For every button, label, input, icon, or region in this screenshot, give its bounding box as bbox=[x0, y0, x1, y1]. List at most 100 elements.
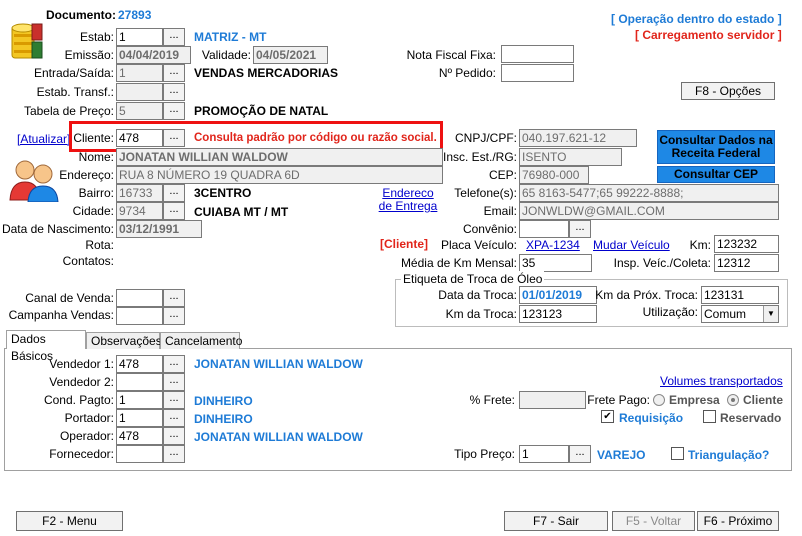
convenio-input[interactable] bbox=[519, 220, 569, 238]
nf-fixa-input[interactable] bbox=[501, 45, 574, 63]
emissao-input[interactable]: 04/04/2019 bbox=[116, 46, 191, 64]
tipo-preco-lookup-button[interactable]: ... bbox=[569, 445, 591, 463]
insp-label: Insp. Veíc./Coleta: bbox=[613, 256, 711, 270]
entrada-saida-input[interactable]: 1 bbox=[116, 64, 163, 82]
telefone-input[interactable]: 65 8163-5477;65 99222-8888; bbox=[519, 184, 779, 202]
mudar-veiculo-link[interactable]: Mudar Veículo bbox=[593, 237, 670, 253]
portador-input[interactable]: 1 bbox=[116, 409, 163, 427]
cliente-input[interactable]: 478 bbox=[116, 129, 163, 147]
email-input[interactable]: JONWLDW@GMAIL.COM bbox=[519, 202, 779, 220]
vendedor1-lookup-button[interactable]: ... bbox=[163, 355, 185, 373]
triangulacao-checkbox[interactable] bbox=[671, 447, 684, 460]
f7-sair-button[interactable]: F7 - Sair bbox=[504, 511, 608, 531]
fornecedor-lookup-button[interactable]: ... bbox=[163, 445, 185, 463]
tabela-preco-input[interactable]: 5 bbox=[116, 102, 163, 120]
atualizar-link[interactable]: [Atualizar] bbox=[17, 131, 70, 147]
emissao-label: Emissão: bbox=[64, 48, 114, 62]
tab-observacoes[interactable]: Observações bbox=[86, 332, 162, 349]
tabela-preco-description: PROMOÇÃO DE NATAL bbox=[194, 104, 329, 118]
nascimento-input[interactable]: 03/12/1991 bbox=[116, 220, 202, 238]
canal-input[interactable] bbox=[116, 289, 163, 307]
tipo-preco-input[interactable]: 1 bbox=[519, 445, 569, 463]
cnpj-label: CNPJ/CPF: bbox=[454, 131, 517, 145]
bairro-lookup-button[interactable]: ... bbox=[163, 184, 185, 202]
nome-input[interactable]: JONATAN WILLIAN WALDOW bbox=[116, 148, 443, 166]
tab-cancelamento[interactable]: Cancelamento bbox=[160, 332, 242, 349]
campanha-lookup-button[interactable]: ... bbox=[163, 307, 185, 325]
operador-lookup-button[interactable]: ... bbox=[163, 427, 185, 445]
km-troca-input[interactable]: 123123 bbox=[519, 305, 597, 323]
estab-transf-lookup-button[interactable]: ... bbox=[163, 83, 185, 101]
media-km-input[interactable]: 35 bbox=[519, 254, 592, 272]
consultar-receita-button[interactable]: Consultar Dados na Receita Federal bbox=[657, 130, 775, 164]
cnpj-input[interactable]: 040.197.621-12 bbox=[519, 129, 637, 147]
vendedor2-lookup-button[interactable]: ... bbox=[163, 373, 185, 391]
convenio-lookup-button[interactable]: ... bbox=[569, 220, 591, 238]
frete-cliente-radio[interactable] bbox=[727, 394, 739, 406]
f8-options-button[interactable]: F8 - Opções bbox=[681, 82, 775, 100]
placa-veiculo-link[interactable]: XPA-1234 bbox=[526, 237, 580, 253]
vendedor2-input[interactable] bbox=[116, 373, 163, 391]
endereco-input[interactable]: RUA 8 NÚMERO 19 QUADRA 6D bbox=[116, 166, 443, 184]
cep-label: CEP: bbox=[488, 168, 517, 182]
cep-input[interactable]: 76980-000 bbox=[519, 166, 589, 184]
placa-label: Placa Veículo: bbox=[440, 238, 517, 252]
nf-fixa-label: Nota Fiscal Fixa: bbox=[406, 48, 496, 62]
f6-proximo-button[interactable]: F6 - Próximo bbox=[697, 511, 779, 531]
campanha-input[interactable] bbox=[116, 307, 163, 325]
tabela-preco-label: Tabela de Preço: bbox=[23, 104, 114, 118]
convenio-label: Convênio: bbox=[462, 222, 517, 236]
operador-label: Operador: bbox=[59, 429, 114, 443]
frete-input[interactable] bbox=[519, 391, 586, 409]
consultar-cep-button[interactable]: Consultar CEP bbox=[657, 166, 775, 183]
campanha-label: Campanha Vendas: bbox=[8, 308, 114, 322]
estab-lookup-button[interactable]: ... bbox=[163, 28, 185, 46]
vendedor2-label: Vendedor 2: bbox=[49, 375, 114, 389]
frete-pago-label: Frete Pago: bbox=[587, 393, 650, 407]
tabela-preco-lookup-button[interactable]: ... bbox=[163, 102, 185, 120]
bairro-label: Bairro: bbox=[78, 186, 114, 200]
volumes-transportados-link[interactable]: Volumes transportados bbox=[660, 373, 783, 389]
utilizacao-select[interactable]: Comum ▼ bbox=[701, 305, 779, 323]
fornecedor-input[interactable] bbox=[116, 445, 163, 463]
portador-label: Portador: bbox=[64, 411, 114, 425]
cliente-tag: [Cliente] bbox=[380, 237, 428, 251]
frete-empresa-radio[interactable] bbox=[653, 394, 665, 406]
estab-input[interactable]: 1 bbox=[116, 28, 163, 46]
estab-label: Estab: bbox=[79, 30, 114, 44]
canal-lookup-button[interactable]: ... bbox=[163, 289, 185, 307]
km-label: Km: bbox=[689, 238, 711, 252]
validade-input[interactable]: 04/05/2021 bbox=[253, 46, 328, 64]
entrada-saida-lookup-button[interactable]: ... bbox=[163, 64, 185, 82]
consulta-hint: Consulta padrão por código ou razão soci… bbox=[194, 132, 437, 144]
insp-input[interactable]: 12312 bbox=[714, 254, 779, 272]
cliente-lookup-button[interactable]: ... bbox=[163, 129, 185, 147]
requisicao-checkbox[interactable]: ✔ bbox=[601, 410, 614, 423]
portador-lookup-button[interactable]: ... bbox=[163, 409, 185, 427]
f5-voltar-button[interactable]: F5 - Voltar bbox=[612, 511, 695, 531]
estab-transf-input[interactable] bbox=[116, 83, 163, 101]
fornecedor-label: Fornecedor: bbox=[49, 447, 114, 461]
bairro-input[interactable]: 16733 bbox=[116, 184, 163, 202]
validade-label: Validade: bbox=[201, 48, 251, 62]
data-troca-input[interactable]: 01/01/2019 bbox=[519, 286, 597, 304]
vendedor1-input[interactable]: 478 bbox=[116, 355, 163, 373]
f2-menu-button[interactable]: F2 - Menu bbox=[16, 511, 123, 531]
km-input[interactable]: 123232 bbox=[714, 235, 779, 253]
endereco-entrega-link[interactable]: Endereco de Entrega bbox=[378, 187, 438, 213]
utilizacao-label: Utilização: bbox=[642, 305, 698, 319]
insc-input[interactable]: ISENTO bbox=[519, 148, 622, 166]
pedido-input[interactable] bbox=[501, 64, 574, 82]
frete-empresa-label: Empresa bbox=[669, 393, 720, 407]
cond-pagto-lookup-button[interactable]: ... bbox=[163, 391, 185, 409]
cidade-input[interactable]: 9734 bbox=[116, 202, 163, 220]
database-icon bbox=[8, 20, 44, 64]
oleo-group-legend: Etiqueta de Troca de Óleo bbox=[401, 271, 545, 287]
tab-dados-basicos[interactable]: Dados Básicos bbox=[6, 330, 86, 363]
cidade-lookup-button[interactable]: ... bbox=[163, 202, 185, 220]
canal-label: Canal de Venda: bbox=[25, 291, 114, 305]
operador-input[interactable]: 478 bbox=[116, 427, 163, 445]
cond-pagto-input[interactable]: 1 bbox=[116, 391, 163, 409]
km-prox-troca-input[interactable]: 123131 bbox=[701, 286, 779, 304]
reservado-checkbox[interactable] bbox=[703, 410, 716, 423]
